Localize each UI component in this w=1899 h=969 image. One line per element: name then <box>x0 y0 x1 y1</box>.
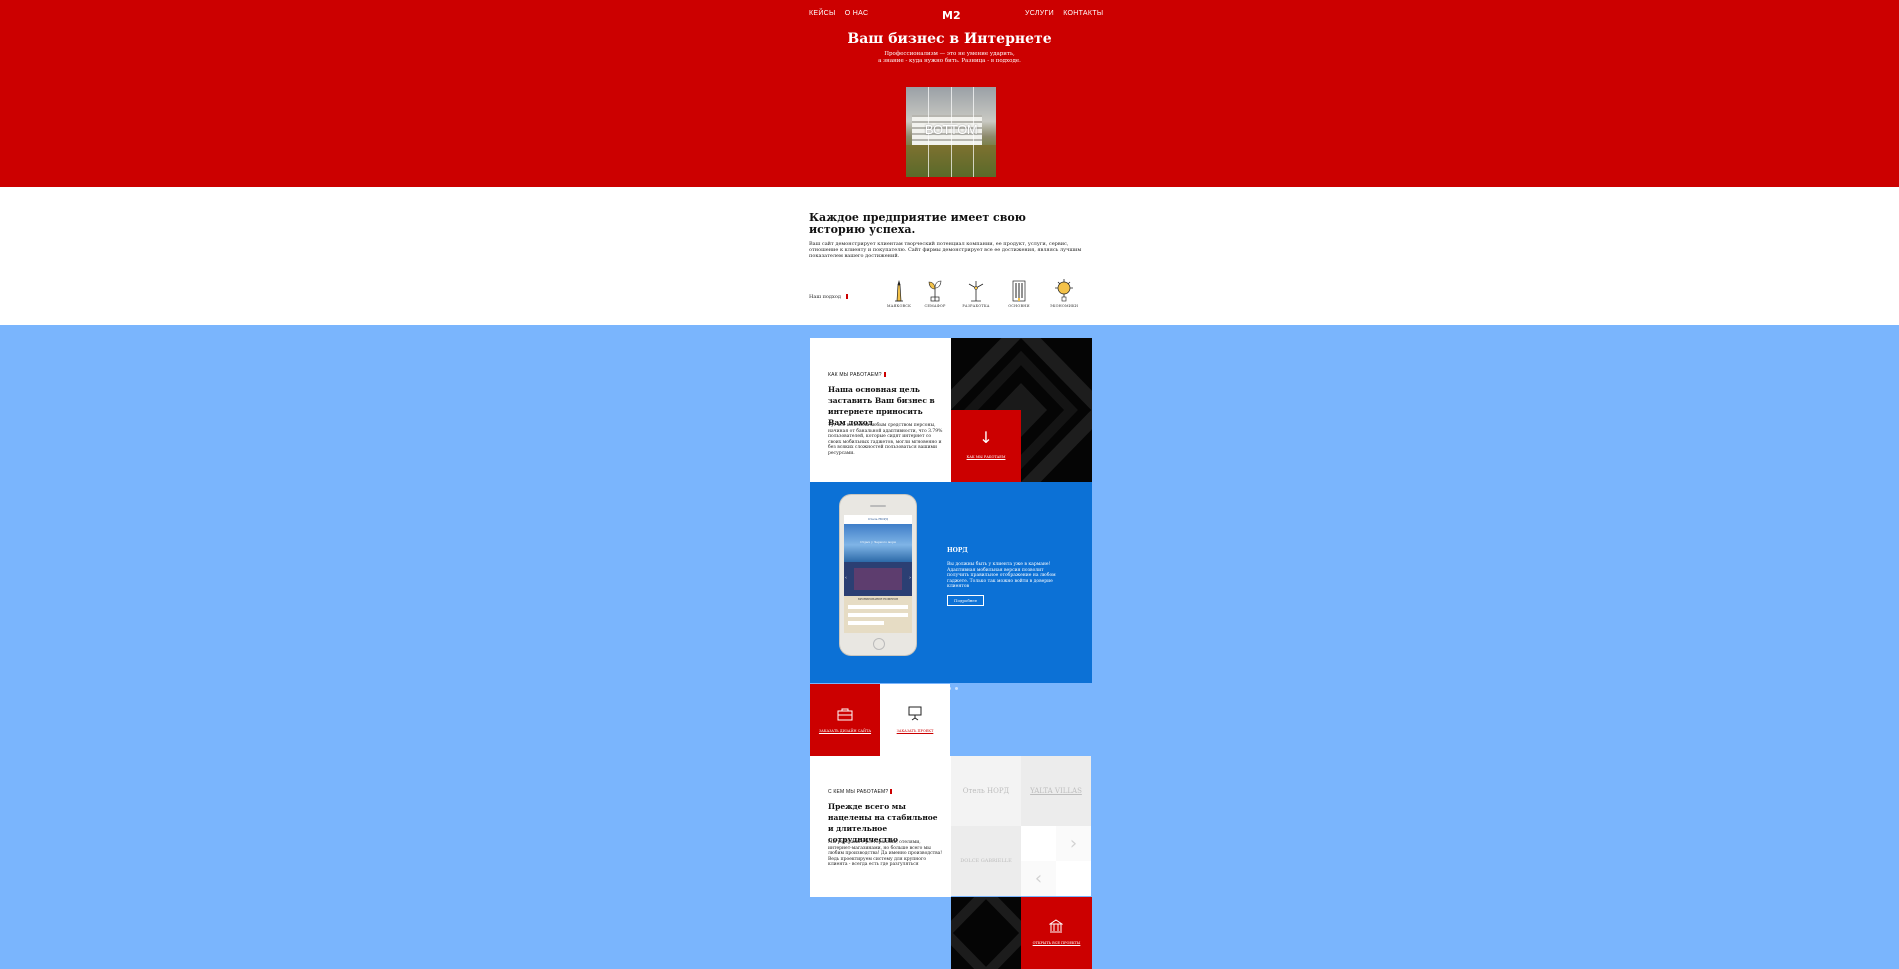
order-design-link[interactable]: ЗАКАЗАТЬ ДИЗАЙН САЙТА <box>810 729 880 733</box>
nav-right: УСЛУГИ КОНТАКТЫ <box>1025 10 1103 17</box>
phone-form-field <box>848 613 908 617</box>
phone-map-block: ‹ › <box>844 562 912 596</box>
windmill-icon <box>966 277 986 303</box>
phone-screen: Отель НОРД Отдых у Черного моря ‹ › БРОН… <box>844 515 912 633</box>
phone-mockup: Отель НОРД Отдых у Черного моря ‹ › БРОН… <box>840 495 916 655</box>
nav-link-contacts[interactable]: КОНТАКТЫ <box>1063 10 1103 17</box>
hero-subtitle: Профессионализм — это не умение ударить,… <box>0 51 1899 65</box>
approach-item-label: МАЯКОВСК <box>886 304 912 308</box>
phone-speaker <box>870 505 886 507</box>
phone-hero-image: Отдых у Черного моря <box>844 524 912 562</box>
site-logo[interactable]: M2 <box>942 9 961 22</box>
all-projects-tile[interactable]: ОТКРЫТЬ ВСЕ ПРОЕКТЫ <box>1021 897 1092 969</box>
hero-image-caption: BOTTOM <box>924 122 978 137</box>
chevron-left-icon: ‹ <box>1034 868 1043 889</box>
sprout-icon <box>925 277 945 303</box>
blank-tile <box>1056 861 1091 896</box>
phone-home-button <box>873 638 885 650</box>
order-project-link[interactable]: ЗАКАЗАТЬ ПРОЕКТ <box>880 729 950 733</box>
phone-site-header: Отель НОРД <box>844 515 912 524</box>
section-label: С КЕМ МЫ РАБОТАЕМ? <box>828 789 893 795</box>
how-we-work-link[interactable]: КАК МЫ РАБОТАЕМ <box>951 455 1021 459</box>
clients-prev-arrow[interactable]: ‹ <box>1021 861 1056 896</box>
phone-site-title: Отель НОРД <box>868 517 888 521</box>
approach-item[interactable]: СЕМАФОР <box>915 277 955 308</box>
approach-item-label: СЕМАФОР <box>924 304 946 308</box>
clients-heading: Прежде всего мы нацелены на стабильное и… <box>828 802 938 844</box>
client-logo-text: DOLCE GABRIELLE <box>960 858 1012 864</box>
all-projects-link[interactable]: ОТКРЫТЬ ВСЕ ПРОЕКТЫ <box>1021 941 1092 945</box>
presentation-icon <box>907 706 923 725</box>
client-logo-text: YALTA VILLAS <box>1030 787 1082 795</box>
section-label: КАК МЫ РАБОТАЕМ? <box>828 372 886 378</box>
phone-tagline: Отдых у Черного моря <box>860 540 896 544</box>
order-design-tile[interactable]: ЗАКАЗАТЬ ДИЗАЙН САЙТА <box>810 684 880 756</box>
nav-link-about[interactable]: О НАС <box>845 10 869 17</box>
client-logo-yalta[interactable]: YALTA VILLAS <box>1021 756 1091 826</box>
phone-booking-form: БРОНИРОВАНИЕ НОМЕРОВ <box>844 596 912 633</box>
approach-label: Наш подход <box>809 294 848 300</box>
hero-subtitle-line: Профессионализм — это не умение ударить, <box>884 51 1015 57</box>
lighthouse-icon <box>889 277 909 303</box>
phone-form-field <box>848 621 884 625</box>
approach-item[interactable]: МАЯКОВСК <box>879 277 919 308</box>
clients-text: Мы работаем с ресторанами, отелями, инте… <box>828 840 943 867</box>
clients-next-arrow[interactable]: › <box>1056 826 1091 861</box>
how-we-work-heading: Наша основная цель заставить Ваш бизнес … <box>828 385 935 427</box>
nav-left: КЕЙСЫ О НАС <box>809 10 875 17</box>
how-we-work-panel: КАК МЫ РАБОТАЕМ? Наша основная цель заст… <box>810 338 951 482</box>
slide-more-button[interactable]: Подробнее <box>947 595 985 606</box>
about-heading: Каждое предприятие имеет свою историю ус… <box>809 211 1026 236</box>
nav-link-cases[interactable]: КЕЙСЫ <box>809 10 836 17</box>
phone-form-title: БРОНИРОВАНИЕ НОМЕРОВ <box>857 598 898 601</box>
section-label-text: КАК МЫ РАБОТАЕМ? <box>828 372 882 378</box>
phone-map <box>854 568 902 590</box>
slider-dot[interactable] <box>955 687 958 690</box>
client-logo-dolce[interactable]: DOLCE GABRIELLE <box>951 826 1021 896</box>
slide-text: Вы должны быть у клиента уже в кармане! … <box>947 562 1056 589</box>
approach-item[interactable]: ЭКОНОМИКИ <box>1044 277 1084 308</box>
hero-image[interactable]: BOTTOM <box>906 87 996 177</box>
blank-tile <box>1021 826 1056 861</box>
approach-item[interactable]: РАЗРАБОТКА <box>956 277 996 308</box>
chevron-right-icon: › <box>909 575 911 581</box>
chevron-left-icon: ‹ <box>845 575 847 581</box>
nav-link-services[interactable]: УСЛУГИ <box>1025 10 1054 17</box>
approach-item[interactable]: ОСНОВНИ <box>999 277 1039 308</box>
briefcase-icon <box>837 706 853 725</box>
hero-title: Ваш бизнес в Интернете <box>847 31 1052 47</box>
clients-panel: С КЕМ МЫ РАБОТАЕМ? Прежде всего мы нацел… <box>810 756 951 897</box>
approach-item-label: ЭКОНОМИКИ <box>1049 304 1079 308</box>
red-marker <box>845 294 848 299</box>
portfolio-slider: Отель НОРД Отдых у Черного моря ‹ › БРОН… <box>810 482 1092 690</box>
section-label-text: С КЕМ МЫ РАБОТАЕМ? <box>828 789 889 795</box>
geometric-pattern <box>951 897 1021 969</box>
gear-idea-icon <box>1054 277 1074 303</box>
hero-subtitle-line: а знание - куда нужно бить. Разница - в … <box>878 58 1021 64</box>
slide-title: НОРД <box>947 547 968 554</box>
order-project-tile[interactable]: ЗАКАЗАТЬ ПРОЕКТ <box>880 684 950 756</box>
about-section: Каждое предприятие имеет свою историю ус… <box>0 187 1899 325</box>
how-we-work-link-box[interactable]: ↓ КАК МЫ РАБОТАЕМ <box>951 410 1021 482</box>
chevron-right-icon: › <box>1069 833 1078 854</box>
approach-label-text: Наш подход <box>809 294 841 300</box>
approach-item-label: РАЗРАБОТКА <box>962 304 990 308</box>
building-icon <box>1048 918 1064 937</box>
arrow-down-icon: ↓ <box>979 428 993 447</box>
how-we-work-text: Тут все не вейбы любым средством персоны… <box>828 423 943 456</box>
red-marker <box>890 789 893 795</box>
red-marker <box>883 372 886 378</box>
about-text: Ваш сайт демонстрирует клиентам творческ… <box>809 241 1082 259</box>
approach-item-label: ОСНОВНИ <box>1008 304 1030 308</box>
organ-icon <box>1009 277 1029 303</box>
phone-form-field <box>848 605 908 609</box>
client-logo-nord[interactable]: Отель НОРД <box>951 756 1021 826</box>
client-logo-text: Отель НОРД <box>962 787 1010 795</box>
hero-section: КЕЙСЫ О НАС M2 УСЛУГИ КОНТАКТЫ Ваш бизне… <box>0 0 1899 187</box>
